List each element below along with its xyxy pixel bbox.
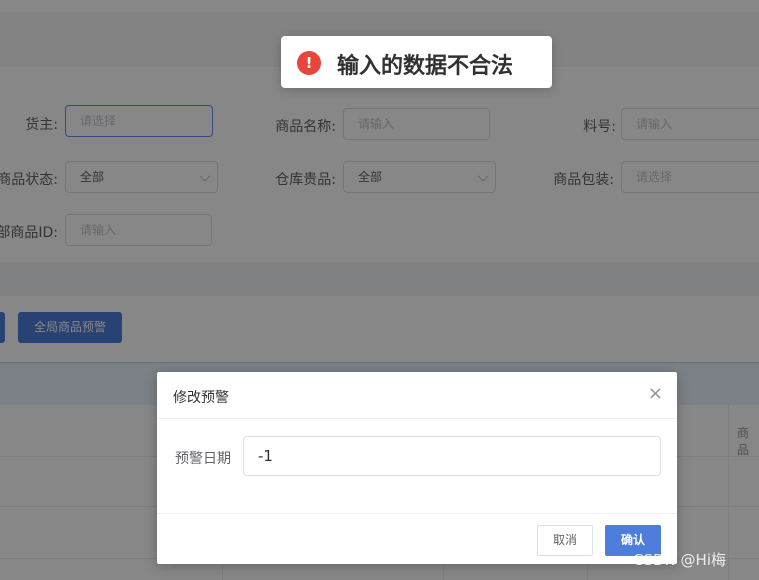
dialog-divider xyxy=(157,418,677,419)
close-icon[interactable]: × xyxy=(648,384,663,404)
watermark: CSDN @Hi梅 xyxy=(633,551,726,569)
cancel-button[interactable]: 取消 xyxy=(537,525,593,556)
edit-alert-dialog: 修改预警 × 预警日期 -1 取消 确认 xyxy=(157,372,677,564)
alert-date-label: 预警日期 xyxy=(175,451,231,467)
error-icon: ! xyxy=(297,51,321,75)
dialog-title: 修改预警 xyxy=(173,390,229,406)
alert-date-input[interactable]: -1 xyxy=(243,436,661,476)
dialog-divider xyxy=(157,513,677,514)
error-toast: ! 输入的数据不合法 xyxy=(281,36,552,88)
toast-message: 输入的数据不合法 xyxy=(337,54,514,79)
